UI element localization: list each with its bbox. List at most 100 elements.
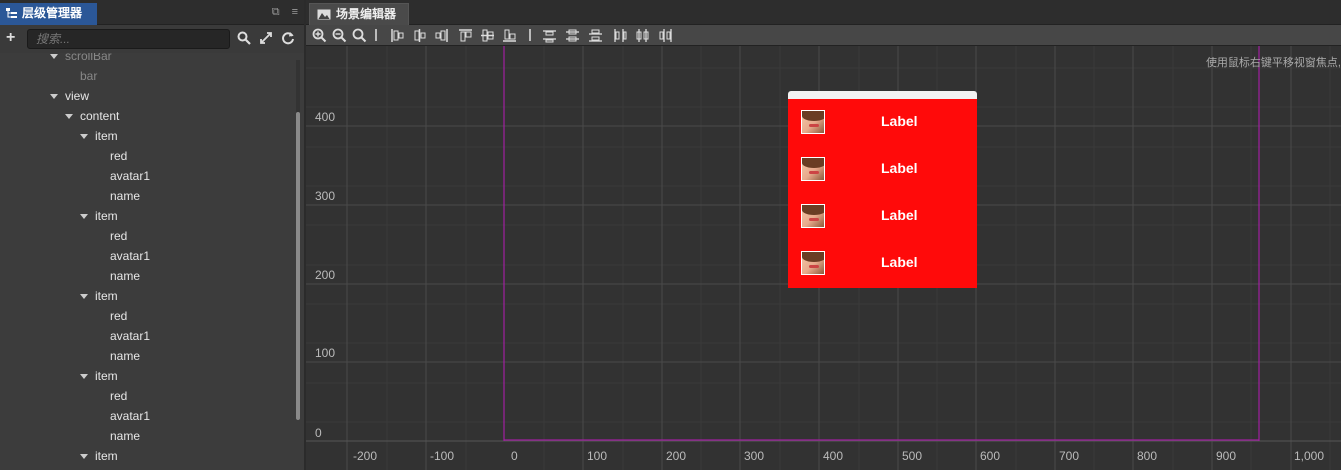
y-axis-label: 200 (315, 268, 336, 282)
tree-node-red[interactable]: red (110, 386, 127, 406)
align-top-icon[interactable] (458, 28, 473, 43)
scene-icon (317, 9, 331, 20)
expand-arrow-icon[interactable] (80, 134, 88, 140)
tree-node-content[interactable]: content (65, 106, 119, 126)
tab-scene-editor-label: 场景编辑器 (336, 7, 397, 21)
tree-node-label: item (95, 209, 118, 223)
expand-arrow-icon[interactable] (50, 94, 58, 100)
distribute-left-icon[interactable] (612, 28, 627, 43)
distribute-bottom-icon[interactable] (588, 28, 603, 43)
scene-viewport[interactable]: 使用鼠标右键平移视窗焦点, 400 300 200 100 0 -200 -10… (306, 46, 1341, 470)
distribute-hcenter-icon[interactable] (635, 28, 650, 43)
tab-hierarchy[interactable]: 层级管理器 (0, 3, 97, 25)
viewport-hint: 使用鼠标右键平移视窗焦点, (1205, 57, 1341, 69)
expand-arrow-icon[interactable] (80, 454, 88, 460)
tree-node-label: content (80, 109, 120, 123)
tab-hierarchy-label: 层级管理器 (22, 6, 83, 20)
zoom-in-icon[interactable] (312, 28, 327, 43)
tree-node-item[interactable]: item (80, 126, 118, 146)
list-item[interactable]: Label (788, 99, 977, 146)
expand-arrow-icon[interactable] (50, 54, 58, 60)
expand-arrow-icon[interactable] (80, 214, 88, 220)
tree-node-name[interactable]: name (110, 346, 140, 366)
x-axis-label: 1,000 (1294, 449, 1325, 463)
x-axis-label: 100 (587, 449, 608, 463)
tree-node-label: name (110, 349, 141, 363)
tree-node-label: view (65, 89, 90, 103)
editor-window: 层级管理器 ⧉ ≡ + 搜索... scrollBar bar view conten… (0, 0, 1341, 470)
search-input[interactable]: 搜索... (27, 29, 230, 49)
list-item[interactable]: Label (788, 146, 977, 193)
tree-node-avatar1[interactable]: avatar1 (110, 326, 150, 346)
menu-icon[interactable]: ≡ (292, 6, 298, 19)
scrollview-node[interactable]: Label Label Label Label (788, 91, 977, 288)
align-right-icon[interactable] (434, 28, 449, 43)
expand-arrow-icon[interactable] (80, 294, 88, 300)
tree-node-red[interactable]: red (110, 226, 127, 246)
expand-arrow-icon[interactable] (65, 114, 73, 120)
x-axis-label: 700 (1059, 449, 1080, 463)
expand-icon[interactable] (259, 31, 273, 45)
tree-node-label: name (110, 189, 141, 203)
popout-icon[interactable]: ⧉ (272, 6, 280, 19)
tree-node-avatar1[interactable]: avatar1 (110, 246, 150, 266)
distribute-right-icon[interactable] (658, 28, 673, 43)
expand-arrow-icon[interactable] (80, 374, 88, 380)
scrollview-header (788, 91, 977, 99)
tree-node-label: name (110, 429, 141, 443)
add-node-icon[interactable]: + (6, 29, 15, 47)
avatar (801, 157, 825, 181)
tree-node-label: red (110, 309, 128, 323)
x-axis-label: -100 (430, 449, 455, 463)
align-vcenter-icon[interactable] (480, 28, 495, 43)
align-hcenter-icon[interactable] (412, 28, 427, 43)
tree-node-label: scrollBar (65, 53, 112, 63)
tree-node-red[interactable]: red (110, 306, 127, 326)
x-axis-label: 900 (1216, 449, 1237, 463)
tree-node-item[interactable]: item (80, 206, 118, 226)
zoom-reset-icon[interactable] (352, 28, 367, 43)
search-icon[interactable] (237, 31, 251, 45)
align-bottom-icon[interactable] (502, 28, 517, 43)
toolbar-separator (529, 29, 531, 41)
tree-node-label: avatar1 (110, 169, 151, 183)
tree-node-name[interactable]: name (110, 426, 140, 446)
tree-node-item[interactable]: item (80, 446, 118, 466)
y-axis-label: 400 (315, 110, 336, 124)
hierarchy-icon (6, 8, 17, 18)
tree-node-item[interactable]: item (80, 366, 118, 386)
tree-node-avatar1[interactable]: avatar1 (110, 406, 150, 426)
tree-scrollbar-thumb[interactable] (296, 112, 300, 420)
tree-node-name[interactable]: name (110, 266, 140, 286)
tree-node-avatar1[interactable]: avatar1 (110, 166, 150, 186)
item-name-label: Label (881, 254, 918, 270)
x-axis-label: 300 (744, 449, 765, 463)
tree-node-view[interactable]: view (50, 86, 89, 106)
tree-node-label: red (110, 149, 128, 163)
toolbar-separator (375, 29, 377, 41)
tree-node-item[interactable]: item (80, 286, 118, 306)
tree-node-name[interactable]: name (110, 186, 140, 206)
scrollview-content: Label Label Label Label (788, 99, 977, 288)
x-axis-label: 500 (902, 449, 923, 463)
tree-node-scrollbar[interactable]: scrollBar (50, 53, 112, 66)
item-name-label: Label (881, 207, 918, 223)
list-item[interactable]: Label (788, 240, 977, 287)
x-axis-label: 400 (823, 449, 844, 463)
tab-scene-editor[interactable]: 场景编辑器 (309, 3, 409, 25)
x-axis-label: 0 (511, 449, 518, 463)
tree-node-bar[interactable]: bar (80, 66, 97, 86)
tree-node-red[interactable]: red (110, 146, 127, 166)
tree-node-label: avatar1 (110, 249, 151, 263)
distribute-vcenter-icon[interactable] (565, 28, 580, 43)
avatar (801, 110, 825, 134)
distribute-top-icon[interactable] (542, 28, 557, 43)
list-item[interactable]: Label (788, 193, 977, 240)
y-axis-label: 100 (315, 346, 336, 360)
refresh-icon[interactable] (281, 31, 295, 45)
y-axis-label: 300 (315, 189, 336, 203)
tree-node-label: item (95, 129, 118, 143)
zoom-out-icon[interactable] (332, 28, 347, 43)
item-name-label: Label (881, 113, 918, 129)
align-left-icon[interactable] (390, 28, 405, 43)
